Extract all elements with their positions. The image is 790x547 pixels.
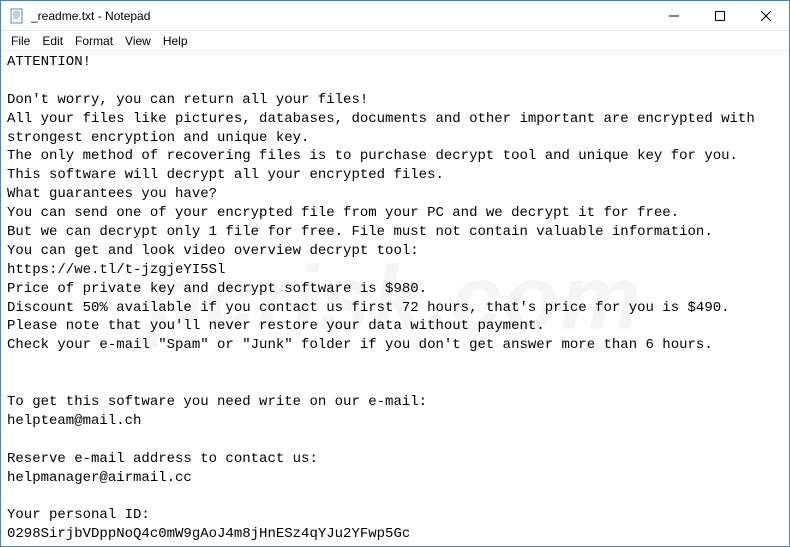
text-area[interactable]: ATTENTION! Don't worry, you can return a…: [1, 51, 789, 546]
menu-file[interactable]: File: [5, 32, 36, 50]
window-title: _readme.txt - Notepad: [31, 9, 651, 23]
notepad-icon: [9, 8, 25, 24]
menu-format[interactable]: Format: [69, 32, 119, 50]
menubar: File Edit Format View Help: [1, 31, 789, 51]
close-button[interactable]: [743, 1, 789, 30]
window-controls: [651, 1, 789, 30]
titlebar[interactable]: _readme.txt - Notepad: [1, 1, 789, 31]
text-content: ATTENTION! Don't worry, you can return a…: [7, 54, 763, 542]
menu-view[interactable]: View: [119, 32, 157, 50]
notepad-window: _readme.txt - Notepad File Edit Format V…: [0, 0, 790, 547]
menu-edit[interactable]: Edit: [36, 32, 69, 50]
minimize-button[interactable]: [651, 1, 697, 30]
maximize-button[interactable]: [697, 1, 743, 30]
menu-help[interactable]: Help: [157, 32, 194, 50]
